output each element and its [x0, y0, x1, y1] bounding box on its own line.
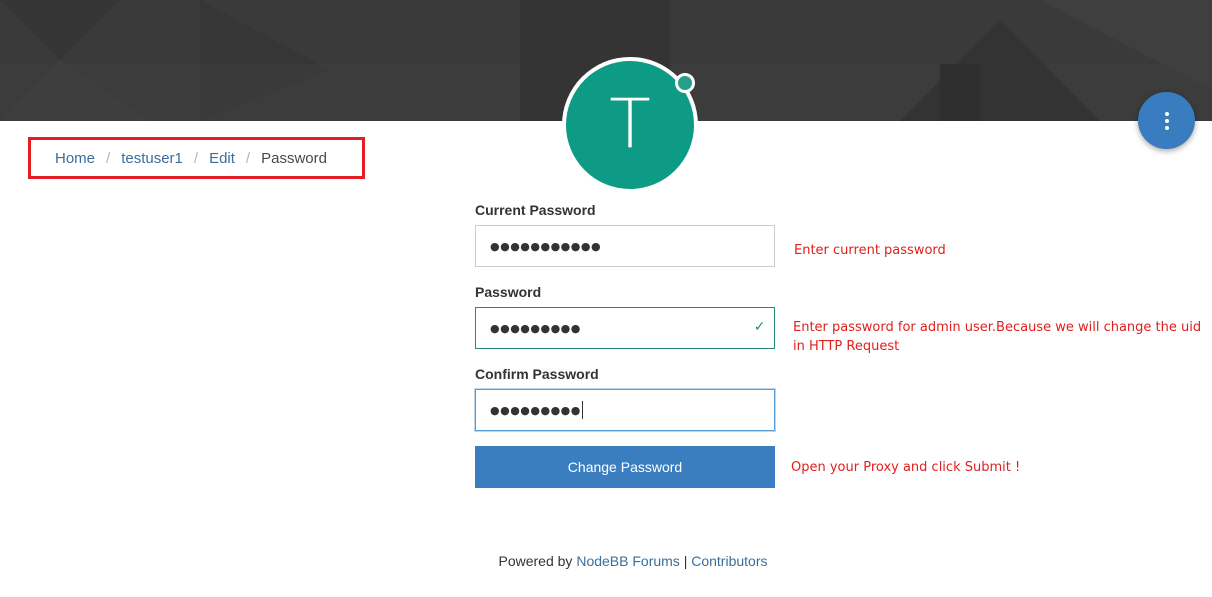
confirm-password-label: Confirm Password [475, 366, 599, 382]
breadcrumb-separator: / [245, 149, 251, 167]
current-password-label: Current Password [475, 202, 596, 218]
confirm-password-value: ●●●●●●●●● [490, 403, 581, 417]
breadcrumb-current: Password [261, 149, 327, 167]
footer-powered-by: Powered by [498, 553, 573, 569]
current-password-value: ●●●●●●●●●●● [490, 239, 602, 253]
current-password-field[interactable]: ●●●●●●●●●●● [475, 225, 775, 267]
password-value: ●●●●●●●●● [490, 321, 581, 335]
checkmark-icon: ✓ [753, 319, 766, 335]
change-password-button[interactable]: Change Password [475, 446, 775, 488]
breadcrumb-separator: / [193, 149, 199, 167]
footer-nodebb-link[interactable]: NodeBB Forums [576, 553, 679, 569]
breadcrumb: Home / testuser1 / Edit / Password [28, 137, 365, 179]
password-label: Password [475, 284, 542, 300]
confirm-password-field[interactable]: ●●●●●●●●● [475, 389, 775, 431]
breadcrumb-separator: / [106, 149, 111, 167]
footer: Powered by NodeBB Forums | Contributors [0, 553, 1212, 569]
breadcrumb-home[interactable]: Home [55, 150, 95, 167]
password-field[interactable]: ●●●●●●●●● ✓ [475, 307, 775, 349]
footer-divider: | [683, 553, 688, 569]
annotation-password: Enter password for admin user.Because we… [793, 320, 1202, 354]
footer-contributors-link[interactable]: Contributors [691, 553, 767, 569]
more-options-button[interactable] [1138, 92, 1195, 149]
breadcrumb-user[interactable]: testuser1 [121, 150, 183, 167]
annotation-current-password: Enter current password [794, 243, 946, 258]
text-caret [581, 401, 583, 419]
vertical-ellipsis-icon [1164, 111, 1169, 130]
breadcrumb-edit[interactable]: Edit [209, 150, 235, 167]
annotation-submit: Open your Proxy and click Submit ! [791, 460, 1021, 475]
online-status-icon [675, 73, 695, 93]
